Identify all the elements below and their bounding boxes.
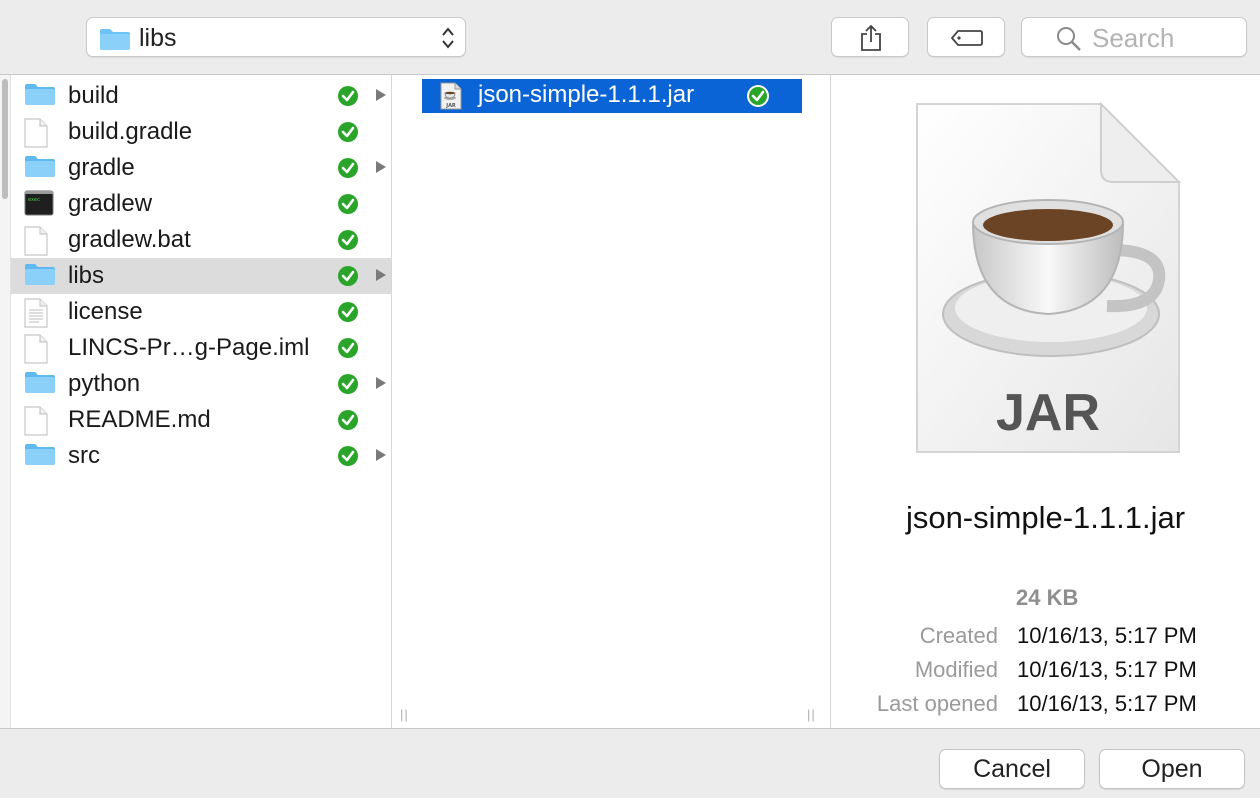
sidebar-item-build[interactable]: build xyxy=(11,78,391,114)
sidebar-item-label: license xyxy=(68,298,143,325)
meta-created-value: 10/16/13, 5:17 PM xyxy=(1017,623,1197,648)
file-row-label: json-simple-1.1.1.jar xyxy=(478,81,695,108)
meta-last-opened-value: 10/16/13, 5:17 PM xyxy=(1017,691,1197,716)
sync-check-icon xyxy=(336,192,360,221)
search-field[interactable]: Search xyxy=(1021,17,1247,57)
sidebar-item-label: build.gradle xyxy=(68,118,193,145)
tag-button[interactable] xyxy=(927,17,1005,57)
text-file-icon xyxy=(24,298,56,328)
sidebar-item-label: gradle xyxy=(68,154,135,181)
disclosure-arrow-icon xyxy=(375,448,387,467)
disclosure-arrow-icon xyxy=(375,88,387,107)
meta-modified-label: Modified xyxy=(914,657,998,682)
meta-created-label: Created xyxy=(919,623,998,648)
sidebar-item-gradle[interactable]: gradle xyxy=(11,150,391,186)
folder-icon xyxy=(99,27,131,56)
jar-preview-icon: JAR xyxy=(911,100,1182,465)
sidebar-item-label: gradlew xyxy=(68,190,153,217)
sidebar-item-python[interactable]: python xyxy=(11,366,391,402)
tag-icon xyxy=(950,29,984,52)
sync-check-icon xyxy=(746,84,770,113)
folder-icon xyxy=(24,262,56,290)
sync-check-icon xyxy=(336,408,360,437)
sidebar-item-label: libs xyxy=(68,262,105,289)
search-icon xyxy=(1057,27,1081,51)
sidebar-item-gradlew-bat[interactable]: gradlew.bat xyxy=(11,222,391,258)
sidebar-item-label: gradlew.bat xyxy=(68,226,191,253)
search-placeholder: Search xyxy=(1092,23,1175,53)
toolbar: libs Search xyxy=(0,0,1260,75)
sync-check-icon xyxy=(336,156,360,185)
svg-text:JAR: JAR xyxy=(445,103,456,109)
sidebar-item-src[interactable]: src xyxy=(11,438,391,474)
disclosure-arrow-icon xyxy=(375,376,387,395)
folder-icon xyxy=(24,154,56,182)
column-resizer-left[interactable]: || xyxy=(400,707,409,722)
sync-check-icon xyxy=(336,264,360,293)
sync-check-icon xyxy=(336,300,360,329)
folder-icon xyxy=(24,82,56,110)
sync-check-icon xyxy=(336,84,360,113)
preview-filename: json-simple-1.1.1.jar xyxy=(905,500,1186,535)
sidebar-item-label: LINCS-Pr…g-Page.iml xyxy=(68,334,310,361)
sidebar-item-label: README.md xyxy=(68,406,211,433)
jar-icon-label: JAR xyxy=(996,384,1100,442)
file-column-1[interactable]: build build.gradle gradle exec gradlew gradle… xyxy=(0,75,406,728)
file-column-2[interactable]: JAR json-simple-1.1.1.jar || xyxy=(392,75,831,728)
sync-check-icon xyxy=(336,120,360,149)
sync-check-icon xyxy=(336,444,360,473)
sidebar-item-lincs-pr-g-page-iml[interactable]: LINCS-Pr…g-Page.iml xyxy=(11,330,391,366)
sidebar-item-label: python xyxy=(68,370,141,397)
up-down-chevron-icon xyxy=(441,25,455,56)
open-button[interactable]: Open xyxy=(1099,749,1245,789)
sync-check-icon xyxy=(336,372,360,401)
file-icon xyxy=(24,334,56,364)
svg-text:exec: exec xyxy=(28,197,40,203)
disclosure-arrow-icon xyxy=(375,268,387,287)
sidebar-item-label: src xyxy=(68,442,100,469)
folder-icon xyxy=(24,370,56,398)
meta-modified-value: 10/16/13, 5:17 PM xyxy=(1017,657,1197,682)
sidebar-item-readme-md[interactable]: README.md xyxy=(11,402,391,438)
scrollbar-thumb[interactable] xyxy=(2,79,8,199)
sync-check-icon xyxy=(336,336,360,365)
column-resizer-right[interactable]: || xyxy=(807,707,816,722)
sidebar-item-gradlew[interactable]: exec gradlew xyxy=(11,186,391,222)
jar-file-icon: JAR xyxy=(440,82,462,115)
share-button[interactable] xyxy=(831,17,909,57)
file-icon xyxy=(24,118,56,148)
cancel-button[interactable]: Cancel xyxy=(939,749,1085,789)
scrollbar-track[interactable] xyxy=(0,75,11,728)
disclosure-arrow-icon xyxy=(375,160,387,179)
path-popup-label: libs xyxy=(139,24,177,52)
sidebar-item-license[interactable]: license xyxy=(11,294,391,330)
path-popup[interactable]: libs xyxy=(86,17,466,57)
bottom-bar: Cancel Open xyxy=(0,728,1260,798)
meta-last-opened-label: Last opened xyxy=(876,691,998,716)
sidebar-item-build-gradle[interactable]: build.gradle xyxy=(11,114,391,150)
terminal-icon: exec xyxy=(24,190,56,218)
sidebar-item-libs[interactable]: libs xyxy=(11,258,391,294)
preview-pane: || JAR json-simple-1.1.1.jar 24 KB Creat… xyxy=(807,75,1260,728)
sidebar-item-label: build xyxy=(68,82,119,109)
sync-check-icon xyxy=(336,228,360,257)
file-icon xyxy=(24,406,56,436)
file-icon xyxy=(24,226,56,256)
file-row-selected[interactable]: JAR json-simple-1.1.1.jar xyxy=(422,79,802,113)
preview-size: 24 KB xyxy=(1016,585,1079,610)
share-icon xyxy=(859,24,883,57)
folder-icon xyxy=(24,442,56,470)
